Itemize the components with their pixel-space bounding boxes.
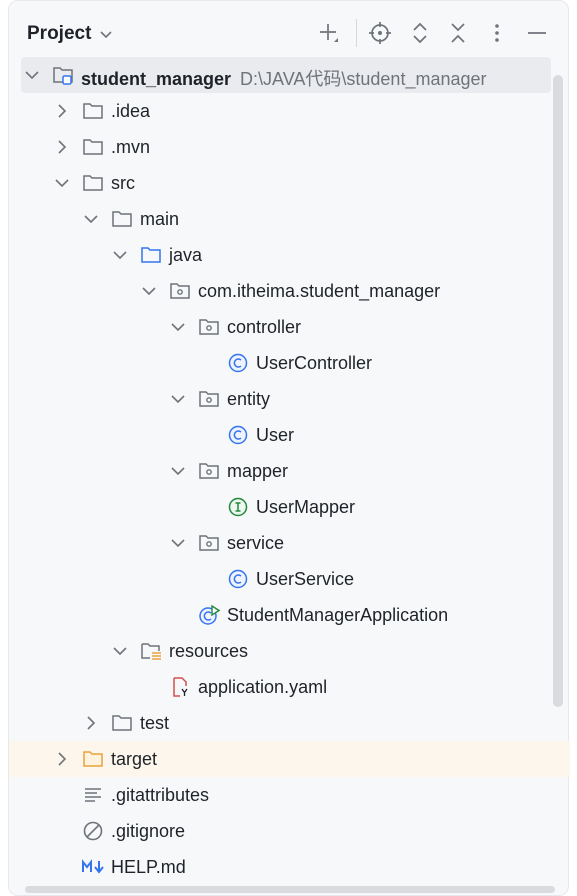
tree-node-controller[interactable]: controller bbox=[9, 309, 570, 345]
source-folder-icon bbox=[141, 247, 161, 263]
class-icon bbox=[228, 569, 248, 589]
tree-node-label: .idea bbox=[111, 101, 151, 121]
tree-node-label: User bbox=[256, 425, 295, 445]
tree-node-package-root[interactable]: com.itheima.student_manager bbox=[9, 273, 570, 309]
class-icon bbox=[228, 353, 248, 373]
tree-node-label: service bbox=[227, 533, 285, 553]
tree-node-user-controller[interactable]: UserController bbox=[9, 345, 570, 381]
tree-node-label: .mvn bbox=[111, 137, 151, 157]
tree-node-label: entity bbox=[227, 389, 271, 409]
tree-node-label: StudentManagerApplication bbox=[227, 605, 449, 625]
tree-node-label: resources bbox=[169, 641, 249, 661]
minimize-icon[interactable] bbox=[525, 21, 549, 45]
ignore-file-icon bbox=[83, 821, 103, 841]
module-folder-icon bbox=[53, 67, 73, 85]
interface-icon bbox=[228, 497, 248, 517]
tree-node-label: controller bbox=[227, 317, 302, 337]
vertical-scrollbar[interactable] bbox=[553, 75, 563, 707]
tree-node-label: .gitattributes bbox=[111, 785, 210, 805]
collapse-all-icon[interactable] bbox=[446, 21, 470, 45]
locate-icon[interactable] bbox=[368, 21, 392, 45]
chevron-down-icon[interactable] bbox=[171, 536, 185, 550]
project-view-selector[interactable]: Project bbox=[27, 23, 113, 45]
tree-node-label: student_manager bbox=[81, 69, 232, 89]
folder-icon bbox=[83, 139, 103, 155]
tree-node-gitignore[interactable]: .gitignore bbox=[9, 813, 570, 849]
tree-node-src[interactable]: src bbox=[9, 165, 570, 201]
tree-node-label: .gitignore bbox=[111, 821, 186, 841]
package-icon bbox=[199, 463, 219, 479]
package-icon bbox=[199, 535, 219, 551]
tree-node-user[interactable]: User bbox=[9, 417, 570, 453]
resources-folder-icon bbox=[141, 643, 161, 660]
tree-node-service[interactable]: service bbox=[9, 525, 570, 561]
tree-node-label: UserMapper bbox=[256, 497, 356, 517]
more-options-icon[interactable] bbox=[485, 21, 509, 45]
tree-node-label: HELP.md bbox=[111, 857, 186, 877]
tree-node-user-mapper[interactable]: UserMapper bbox=[9, 489, 570, 525]
markdown-icon bbox=[82, 859, 104, 874]
tree-node-user-service[interactable]: UserService bbox=[9, 561, 570, 597]
tree-node-test[interactable]: test bbox=[9, 705, 570, 741]
tree-node-label: UserService bbox=[256, 569, 355, 589]
chevron-down-icon[interactable] bbox=[113, 644, 127, 658]
header-divider bbox=[356, 19, 357, 47]
chevron-right-icon[interactable] bbox=[55, 104, 69, 118]
horizontal-scrollbar[interactable] bbox=[25, 886, 555, 893]
excluded-folder-icon bbox=[83, 751, 103, 767]
tree-node-target[interactable]: target bbox=[9, 741, 570, 777]
folder-icon bbox=[83, 103, 103, 119]
tree-node-label: main bbox=[140, 209, 180, 229]
tool-window-title: Project bbox=[27, 23, 92, 44]
chevron-down-icon[interactable] bbox=[25, 68, 39, 82]
tree-node-mapper[interactable]: mapper bbox=[9, 453, 570, 489]
chevron-right-icon[interactable] bbox=[84, 716, 98, 730]
add-icon[interactable] bbox=[317, 21, 341, 45]
chevron-down-icon[interactable] bbox=[55, 176, 69, 190]
folder-icon bbox=[112, 211, 132, 227]
class-icon bbox=[228, 425, 248, 445]
text-file-icon bbox=[85, 788, 101, 802]
folder-icon bbox=[83, 175, 103, 191]
chevron-down-icon[interactable] bbox=[84, 212, 98, 226]
tree-node-mvn[interactable]: .mvn bbox=[9, 129, 570, 165]
tree-node-label: mapper bbox=[227, 461, 289, 481]
tree-node-label: test bbox=[140, 713, 170, 733]
chevron-right-icon[interactable] bbox=[55, 752, 69, 766]
tree-node-application[interactable]: StudentManagerApplication bbox=[9, 597, 570, 633]
chevron-down-icon[interactable] bbox=[171, 464, 185, 478]
package-icon bbox=[170, 283, 190, 299]
tree-node-java[interactable]: java bbox=[9, 237, 570, 273]
chevron-right-icon[interactable] bbox=[55, 140, 69, 154]
chevron-down-icon[interactable] bbox=[142, 284, 156, 298]
package-icon bbox=[199, 319, 219, 335]
project-path: D:\JAVA代码\student_manager bbox=[240, 69, 487, 89]
chevron-down-icon[interactable] bbox=[113, 248, 127, 262]
tree-node-help-md[interactable]: HELP.md bbox=[9, 849, 570, 885]
tree-node-label: src bbox=[111, 173, 135, 193]
tree-node-label: UserController bbox=[256, 353, 373, 373]
expand-all-icon[interactable] bbox=[408, 21, 432, 45]
spring-boot-app-icon bbox=[199, 604, 220, 625]
tree-node-application-yaml[interactable]: application.yaml bbox=[9, 669, 570, 705]
tree-node-label: com.itheima.student_manager bbox=[198, 281, 441, 301]
chevron-down-icon[interactable] bbox=[171, 392, 185, 406]
tree-node-idea[interactable]: .idea bbox=[9, 93, 570, 129]
tree-node-label: target bbox=[111, 749, 158, 769]
folder-icon bbox=[112, 715, 132, 731]
tree-node-resources[interactable]: resources bbox=[9, 633, 570, 669]
package-icon bbox=[199, 391, 219, 407]
yaml-file-icon bbox=[173, 677, 188, 697]
tree-node-main[interactable]: main bbox=[9, 201, 570, 237]
tree-node-gitattributes[interactable]: .gitattributes bbox=[9, 777, 570, 813]
tree-node-label: java bbox=[169, 245, 203, 265]
chevron-down-icon bbox=[100, 31, 112, 39]
chevron-down-icon[interactable] bbox=[171, 320, 185, 334]
tree-node-entity[interactable]: entity bbox=[9, 381, 570, 417]
tree-node-root[interactable]: student_manager D:\JAVA代码\student_manager bbox=[21, 57, 551, 93]
tree-node-label: application.yaml bbox=[198, 677, 328, 697]
project-tool-window: Project student_manager D:\JAVA代码\studen… bbox=[8, 0, 570, 896]
